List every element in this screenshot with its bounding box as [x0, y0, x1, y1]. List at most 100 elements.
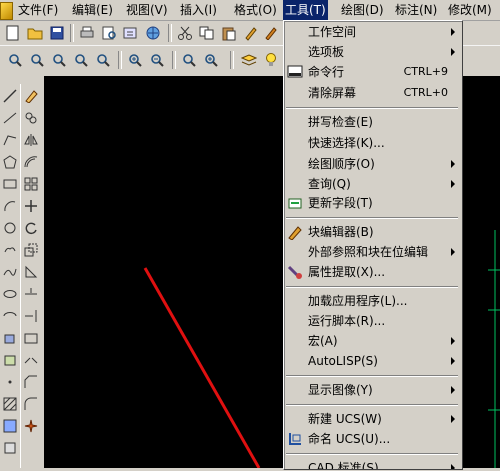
menu-separator — [286, 453, 458, 455]
ellipse-icon[interactable] — [1, 284, 19, 304]
rotate-icon[interactable] — [22, 218, 40, 238]
erase-icon[interactable] — [22, 86, 40, 106]
arc-icon[interactable] — [1, 196, 19, 216]
menu-item-draw-order[interactable]: 绘图顺序(O) — [284, 154, 460, 174]
copy-icon[interactable] — [198, 24, 216, 42]
menu-item-named-ucs[interactable]: 命名 UCS(U)... — [284, 429, 460, 449]
menu-item-new-ucs[interactable]: 新建 UCS(W) — [284, 409, 460, 429]
realtime-pan-icon[interactable] — [6, 51, 24, 69]
print-icon[interactable] — [78, 24, 96, 42]
menu-item-display-image[interactable]: 显示图像(Y) — [284, 380, 460, 400]
menu-tools[interactable]: 工具(T) — [283, 0, 328, 20]
menu-separator — [286, 107, 458, 109]
menu-item-update-fields[interactable]: 更新字段(T) — [284, 193, 460, 213]
menu-item-workspaces[interactable]: 工作空间 — [284, 22, 460, 42]
join-icon[interactable] — [22, 350, 40, 370]
ellipse-arc-icon[interactable] — [1, 306, 19, 326]
stretch-icon[interactable] — [22, 262, 40, 282]
hatch-icon[interactable] — [1, 394, 19, 414]
menu-insert[interactable]: 插入(I) — [178, 0, 219, 20]
zoom-out-icon[interactable] — [148, 51, 166, 69]
menu-file[interactable]: 文件(F) — [16, 0, 60, 20]
globe-icon[interactable] — [144, 24, 162, 42]
zoom-center-icon[interactable] — [94, 51, 112, 69]
menu-item-load-application[interactable]: 加载应用程序(L)... — [284, 291, 460, 311]
gradient-icon[interactable] — [1, 416, 19, 436]
menu-item-xref-inplace-edit[interactable]: 外部参照和块在位编辑 — [284, 242, 460, 262]
spline-icon[interactable] — [1, 262, 19, 282]
menu-dimension[interactable]: 标注(N) — [393, 0, 439, 20]
zoom-scale-icon[interactable] — [72, 51, 90, 69]
break-icon[interactable] — [22, 328, 40, 348]
new-file-icon[interactable] — [4, 24, 22, 42]
dimension-marks — [488, 230, 500, 468]
paste-icon[interactable] — [220, 24, 238, 42]
cut-icon[interactable] — [176, 24, 194, 42]
point-icon[interactable] — [1, 372, 19, 392]
offset-icon[interactable] — [22, 152, 40, 172]
revision-cloud-icon[interactable] — [1, 240, 19, 260]
menu-item-block-editor[interactable]: 块编辑器(B) — [284, 222, 460, 242]
circle-icon[interactable] — [1, 218, 19, 238]
copy-object-icon[interactable] — [22, 108, 40, 128]
command-line-icon — [287, 64, 303, 80]
print-preview-icon[interactable] — [100, 24, 118, 42]
menu-item-inquiry[interactable]: 查询(Q) — [284, 174, 460, 194]
zoom-in-icon[interactable] — [126, 51, 144, 69]
chamfer-icon[interactable] — [22, 372, 40, 392]
zoom-window-icon[interactable] — [28, 51, 46, 69]
array-icon[interactable] — [22, 174, 40, 194]
submenu-arrow-icon — [451, 337, 455, 345]
match-properties-icon[interactable] — [242, 24, 260, 42]
menu-format[interactable]: 格式(O) — [232, 0, 279, 20]
zoom-dynamic-icon[interactable] — [50, 51, 68, 69]
toolbar-separator — [168, 24, 172, 42]
attribute-extract-icon — [287, 264, 303, 280]
explode-icon[interactable] — [22, 416, 40, 436]
polygon-icon[interactable] — [1, 152, 19, 172]
menu-item-spell-check[interactable]: 拼写检查(E) — [284, 112, 460, 132]
menu-view[interactable]: 视图(V) — [124, 0, 170, 20]
trim-icon[interactable] — [22, 284, 40, 304]
app-icon[interactable] — [0, 2, 13, 20]
submenu-arrow-icon — [451, 248, 455, 256]
insert-block-icon[interactable] — [1, 328, 19, 348]
construction-line-icon[interactable] — [1, 108, 19, 128]
open-file-icon[interactable] — [26, 24, 44, 42]
red-line[interactable] — [143, 267, 261, 469]
menu-separator — [286, 375, 458, 377]
submenu-arrow-icon — [451, 464, 455, 469]
menu-item-command-line[interactable]: 命令行 CTRL+9 — [284, 62, 460, 82]
save-icon[interactable] — [48, 24, 66, 42]
make-block-icon[interactable] — [1, 350, 19, 370]
block-editor-toolbar-icon[interactable] — [262, 24, 280, 42]
move-icon[interactable] — [22, 196, 40, 216]
menu-draw[interactable]: 绘图(D) — [339, 0, 386, 20]
menu-edit[interactable]: 编辑(E) — [70, 0, 115, 20]
mirror-icon[interactable] — [22, 130, 40, 150]
fillet-icon[interactable] — [22, 394, 40, 414]
extend-icon[interactable] — [22, 306, 40, 326]
scale-icon[interactable] — [22, 240, 40, 260]
zoom-all-icon[interactable] — [180, 51, 198, 69]
menu-item-clean-screen[interactable]: 清除屏幕 CTRL+0 — [284, 83, 460, 103]
menu-item-macro[interactable]: 宏(A) — [284, 331, 460, 351]
toolbar-separator — [118, 51, 122, 69]
menu-modify[interactable]: 修改(M) — [446, 0, 494, 20]
zoom-extents-icon[interactable] — [202, 51, 220, 69]
rectangle-icon[interactable] — [1, 174, 19, 194]
menu-item-autolisp[interactable]: AutoLISP(S) — [284, 351, 460, 371]
menu-item-quick-select[interactable]: 快速选择(K)... — [284, 133, 460, 153]
polyline-icon[interactable] — [1, 130, 19, 150]
region-icon[interactable] — [1, 438, 19, 458]
line-icon[interactable] — [1, 86, 19, 106]
layer-manager-icon[interactable] — [240, 51, 258, 69]
lightbulb-icon[interactable] — [262, 51, 280, 69]
menu-item-attribute-extract[interactable]: 属性提取(X)... — [284, 262, 460, 282]
menu-item-palettes[interactable]: 选项板 — [284, 42, 460, 62]
publish-icon[interactable] — [122, 24, 140, 42]
menu-item-cad-standards[interactable]: CAD 标准(S) — [284, 458, 460, 469]
submenu-arrow-icon — [451, 28, 455, 36]
submenu-arrow-icon — [451, 180, 455, 188]
menu-item-run-script[interactable]: 运行脚本(R)... — [284, 311, 460, 331]
